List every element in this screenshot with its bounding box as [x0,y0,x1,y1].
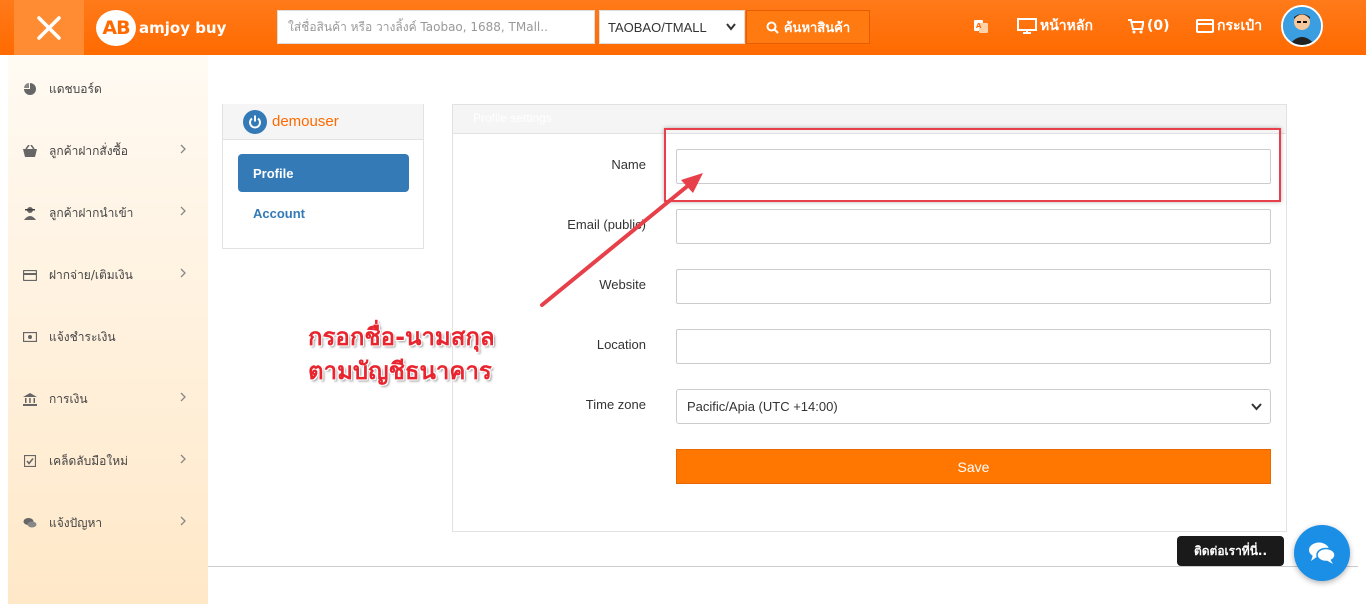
nav-wallet-label: กระเป๋า [1217,18,1263,34]
nav-home-link[interactable]: หน้าหลัก [1017,14,1093,38]
location-label: Location [596,337,646,352]
cart-icon [1128,18,1144,33]
email-label: Email (public) [567,217,646,232]
user-card-header: demouser [223,104,423,140]
sidebar: แดชบอร์ด ลูกค้าฝากสั่งซื้อ ลูกค้าฝากนำเข… [8,55,208,604]
user-card: demouser Profile Account [222,104,424,249]
source-select-value: TAOBAO/TMALL [608,19,707,35]
tab-profile[interactable]: Profile [238,154,409,192]
credit-card-icon [23,269,37,281]
pie-chart-icon [24,83,36,95]
sidebar-item-tips[interactable]: เคล็ดลับมือใหม่ [8,441,208,481]
sidebar-item-label: ฝากจ่าย/เติมเงิน [49,267,133,282]
sidebar-item-label: แจ้งชำระเงิน [49,329,116,344]
sidebar-item-label: แจ้งปัญหา [49,515,103,530]
website-label: Website [599,277,646,292]
annotation-line2: ตามบัญชีธนาคาร [308,357,492,385]
email-field[interactable] [676,209,1271,244]
highlight-box [664,128,1281,202]
logo-text: amjoy buy [139,19,227,37]
sidebar-item-payment-topup[interactable]: ฝากจ่าย/เติมเงิน [8,255,208,295]
sidebar-item-report-issue[interactable]: แจ้งปัญหา [8,503,208,543]
comments-icon [23,518,37,528]
chevron-right-icon [180,268,186,278]
sidebar-item-label: แดชบอร์ด [49,81,102,96]
timezone-value: Pacific/Apia (UTC +14:00) [687,399,838,414]
footer-divider [208,566,1358,567]
money-icon [23,332,37,342]
checkbox-icon [24,455,36,467]
sidebar-item-label: การเงิน [49,391,88,406]
nav-home-label: หน้าหลัก [1040,18,1093,34]
sidebar-item-purchase-orders[interactable]: ลูกค้าฝากสั่งซื้อ [8,131,208,171]
name-label: Name [611,157,646,172]
search-input[interactable] [277,10,595,44]
sidebar-item-payment-notify[interactable]: แจ้งชำระเงิน [8,317,208,357]
close-menu-button[interactable] [14,0,84,55]
top-navbar: AB amjoy buy TAOBAO/TMALL ค้นหาสินค้า A … [0,0,1366,55]
sidebar-item-label: เคล็ดลับมือใหม่ [49,453,129,468]
svg-text:A: A [976,22,982,30]
monitor-icon [1017,18,1037,34]
search-button-label: ค้นหาสินค้า [783,20,851,36]
search-icon [766,21,779,34]
language-button[interactable]: A [972,14,990,38]
timezone-select[interactable]: Pacific/Apia (UTC +14:00) [676,389,1271,424]
save-button[interactable]: Save [676,449,1271,484]
location-field[interactable] [676,329,1271,364]
chevron-down-icon [726,23,736,31]
basket-icon [23,145,37,157]
power-icon [243,109,267,134]
chevron-right-icon [180,206,186,216]
username: demouser [272,113,339,130]
sidebar-item-label: ลูกค้าฝากสั่งซื้อ [49,143,128,158]
chevron-right-icon [180,392,186,402]
user-avatar[interactable] [1281,5,1323,47]
sidebar-item-finance[interactable]: การเงิน [8,379,208,419]
translate-icon: A [974,20,988,33]
close-icon [37,15,61,40]
logo-badge: AB [96,10,136,46]
sidebar-item-import-orders[interactable]: ลูกค้าฝากนำเข้า [8,193,208,233]
bank-icon [23,392,37,406]
agent-icon [24,207,36,220]
nav-cart-count: (0) [1147,18,1170,34]
sidebar-item-dashboard[interactable]: แดชบอร์ด [8,69,208,109]
chat-button[interactable] [1294,525,1350,581]
brand-logo[interactable]: AB amjoy buy [96,10,226,46]
timezone-label: Time zone [585,397,646,412]
contact-tooltip[interactable]: ติดต่อเราที่นี่.. [1177,536,1284,566]
chat-icon [1309,542,1336,564]
nav-cart-link[interactable]: (0) [1128,14,1170,38]
source-select[interactable]: TAOBAO/TMALL [599,10,745,44]
chevron-right-icon [180,454,186,464]
avatar-icon [1283,7,1321,45]
tab-account[interactable]: Account [238,194,409,232]
nav-wallet-link[interactable]: กระเป๋า [1196,14,1262,38]
annotation-text: กรอกชื่อ-นามสกุล ตามบัญชีธนาคาร [308,320,508,388]
sidebar-item-label: ลูกค้าฝากนำเข้า [49,205,134,220]
search-button[interactable]: ค้นหาสินค้า [746,10,870,44]
chevron-right-icon [180,516,186,526]
annotation-line1: กรอกชื่อ-นามสกุล [308,323,495,351]
wallet-icon [1196,19,1214,33]
website-field[interactable] [676,269,1271,304]
chevron-down-icon [1251,402,1262,410]
chevron-right-icon [180,144,186,154]
